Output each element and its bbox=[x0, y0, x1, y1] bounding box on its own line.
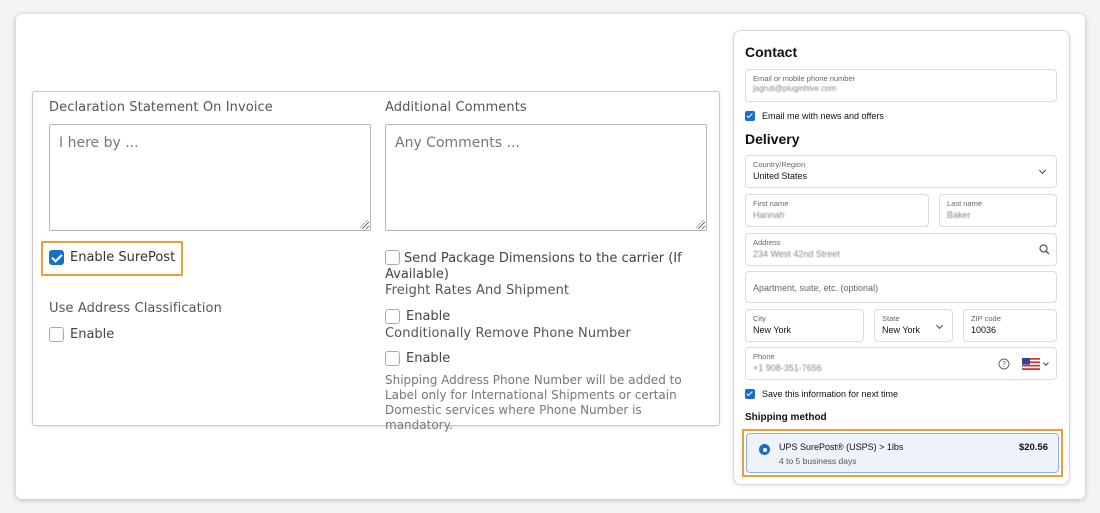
save-info-checkbox[interactable] bbox=[745, 389, 755, 399]
chevron-down-icon bbox=[1038, 166, 1047, 175]
country-value: United States bbox=[753, 171, 808, 181]
phone-remove-label: Conditionally Remove Phone Number bbox=[385, 326, 631, 341]
email-field[interactable]: Email or mobile phone number jagruti@plu… bbox=[745, 69, 1057, 102]
address-value: 234 West 42nd Street bbox=[753, 249, 840, 259]
dims-label: Send Package Dimensions to the carrier (… bbox=[385, 251, 682, 282]
phone-help-text: Shipping Address Phone Number will be ad… bbox=[385, 373, 682, 432]
state-value: New York bbox=[882, 325, 921, 335]
help-circle-icon[interactable]: ? bbox=[998, 358, 1010, 370]
address-class-checkbox[interactable] bbox=[49, 327, 64, 342]
surepost-label: Enable SurePost bbox=[70, 250, 176, 265]
first-name-value: Hannah bbox=[753, 210, 785, 220]
phone-remove-option[interactable]: Enable bbox=[385, 351, 450, 366]
state-select[interactable]: State New York bbox=[874, 309, 953, 342]
first-name-label: First name bbox=[753, 199, 789, 208]
address-class-label: Use Address Classification bbox=[49, 301, 222, 316]
save-info-label: Save this information for next time bbox=[762, 389, 899, 399]
last-name-label: Last name bbox=[947, 199, 983, 208]
phone-label: Phone bbox=[753, 352, 775, 361]
chevron-down-icon bbox=[1043, 360, 1049, 366]
delivery-title: Delivery bbox=[745, 131, 800, 147]
first-name-field[interactable]: First name Hannah bbox=[745, 194, 929, 227]
contact-title: Contact bbox=[745, 44, 798, 60]
shipping-radio[interactable] bbox=[759, 444, 770, 455]
save-info-option[interactable]: Save this information for next time bbox=[745, 389, 898, 399]
apartment-placeholder: Apartment, suite, etc. (optional) bbox=[753, 283, 879, 293]
comments-label: Additional Comments bbox=[385, 100, 527, 115]
dims-checkbox[interactable] bbox=[385, 250, 400, 265]
last-name-value: Baker bbox=[947, 210, 971, 220]
news-label: Email me with news and offers bbox=[762, 111, 884, 121]
address-class-enable-label: Enable bbox=[70, 327, 115, 342]
zip-value: 10036 bbox=[971, 325, 997, 335]
checkout-panel: Contact Email or mobile phone number jag… bbox=[733, 30, 1070, 485]
freight-checkbox[interactable] bbox=[385, 309, 400, 324]
address-label: Address bbox=[753, 238, 781, 247]
last-name-field[interactable]: Last name Baker bbox=[939, 194, 1057, 227]
shipping-method-title: Shipping method bbox=[745, 412, 827, 423]
phone-value: +1 908-351-7656 bbox=[753, 363, 822, 373]
surepost-option[interactable]: Enable SurePost bbox=[49, 250, 175, 265]
address-class-option[interactable]: Enable bbox=[49, 327, 114, 342]
email-field-value: jagruti@pluginhive.com bbox=[753, 84, 837, 93]
phone-field[interactable]: Phone +1 908-351-7656 ? bbox=[745, 347, 1057, 380]
resize-grip-icon[interactable] bbox=[696, 220, 704, 228]
us-flag-icon[interactable] bbox=[1022, 358, 1040, 370]
freight-label: Freight Rates And Shipment bbox=[385, 283, 570, 298]
news-checkbox[interactable] bbox=[745, 111, 755, 121]
declaration-placeholder: I here by ... bbox=[59, 135, 139, 151]
city-label: City bbox=[753, 314, 766, 323]
comments-textarea[interactable]: Any Comments ... bbox=[385, 124, 707, 231]
shipping-option-highlight: UPS SurePost® (USPS) > 1lbs 4 to 5 busin… bbox=[742, 429, 1063, 477]
shipping-name: UPS SurePost® (USPS) > 1lbs bbox=[779, 442, 904, 452]
phone-remove-checkbox[interactable] bbox=[385, 351, 400, 366]
comments-placeholder: Any Comments ... bbox=[395, 135, 520, 151]
country-label: Country/Region bbox=[753, 160, 806, 169]
surepost-checkbox[interactable] bbox=[49, 250, 64, 265]
state-label: State bbox=[882, 314, 900, 323]
svg-text:?: ? bbox=[1002, 360, 1006, 369]
news-option[interactable]: Email me with news and offers bbox=[745, 111, 884, 121]
search-icon[interactable] bbox=[1039, 244, 1050, 255]
declaration-textarea[interactable]: I here by ... bbox=[49, 124, 371, 231]
zip-label: ZIP code bbox=[971, 314, 1001, 323]
resize-grip-icon[interactable] bbox=[360, 220, 368, 228]
country-select[interactable]: Country/Region United States bbox=[745, 155, 1057, 188]
freight-option[interactable]: Enable bbox=[385, 309, 450, 324]
email-field-label: Email or mobile phone number bbox=[753, 74, 856, 83]
dims-option[interactable]: Send Package Dimensions to the carrier (… bbox=[385, 250, 685, 283]
chevron-down-icon bbox=[935, 321, 944, 330]
city-value: New York bbox=[753, 325, 792, 335]
address-field[interactable]: Address 234 West 42nd Street bbox=[745, 233, 1057, 266]
carrier-settings-panel: Declaration Statement On Invoice Additio… bbox=[32, 91, 720, 432]
zip-field[interactable]: ZIP code 10036 bbox=[963, 309, 1057, 342]
declaration-label: Declaration Statement On Invoice bbox=[49, 100, 273, 115]
phone-remove-enable-label: Enable bbox=[406, 351, 451, 366]
city-field[interactable]: City New York bbox=[745, 309, 864, 342]
freight-enable-label: Enable bbox=[406, 309, 451, 324]
shipping-option[interactable]: UPS SurePost® (USPS) > 1lbs 4 to 5 busin… bbox=[746, 433, 1059, 473]
shipping-eta: 4 to 5 business days bbox=[779, 456, 857, 466]
apartment-field[interactable]: Apartment, suite, etc. (optional) bbox=[745, 271, 1057, 303]
shipping-price: $20.56 bbox=[1018, 442, 1048, 453]
